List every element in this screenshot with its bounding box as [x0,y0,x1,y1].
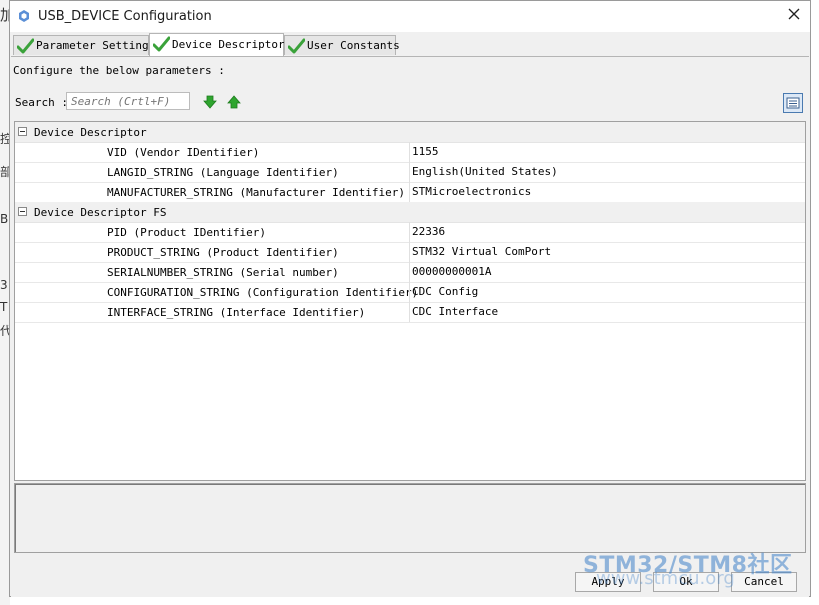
table-row: PRODUCT_STRING (Product Identifier) STM3… [15,242,805,263]
search-label: Search : [15,96,68,109]
param-value[interactable]: 1155 [409,142,803,162]
param-value[interactable]: CDC Config [409,282,803,302]
watermark-url: www.stmcu.org [596,568,735,589]
table-row: CONFIGURATION_STRING (Configuration Iden… [15,282,805,303]
check-icon [153,36,170,52]
check-icon [288,38,305,54]
param-value[interactable]: STMicroelectronics [409,182,803,202]
param-name: VID (Vendor IDentifier) [107,146,260,159]
description-box [14,483,806,553]
background-glyph: B [0,212,9,226]
background-glyph: T [0,300,8,314]
tab-label: Parameter Settings [36,39,156,52]
group-title: Device Descriptor FS [34,206,167,219]
table-row: VID (Vendor IDentifier) 1155 [15,142,805,163]
param-value[interactable]: CDC Interface [409,302,803,322]
title-bar[interactable]: USB_DEVICE Configuration [10,1,810,32]
tab-device-descriptor[interactable]: Device Descriptor [149,33,285,57]
background-glyph: 3 [0,278,8,292]
param-name: CONFIGURATION_STRING (Configuration Iden… [107,286,419,299]
param-name: PRODUCT_STRING (Product Identifier) [107,246,339,259]
tab-parameter-settings[interactable]: Parameter Settings [13,35,155,55]
param-name: MANUFACTURER_STRING (Manufacturer Identi… [107,186,406,199]
collapse-icon[interactable] [18,207,27,216]
param-value[interactable]: 22336 [409,222,803,242]
config-dialog: USB_DEVICE Configuration Parameter Setti… [9,0,811,597]
param-name: SERIALNUMBER_STRING (Serial number) [107,266,339,279]
param-value[interactable]: 00000000001A [409,262,803,282]
tab-user-constants[interactable]: User Constants [284,35,400,55]
close-icon [788,8,800,20]
param-value[interactable]: STM32 Virtual ComPort [409,242,803,262]
check-icon [17,38,34,54]
group-row-device-descriptor-fs[interactable]: Device Descriptor FS [15,202,805,223]
table-row: PID (Product IDentifier) 22336 [15,222,805,243]
param-value[interactable]: English(United States) [409,162,803,182]
collapse-icon[interactable] [18,127,27,136]
arrow-down-icon[interactable] [203,95,217,109]
group-row-device-descriptor[interactable]: Device Descriptor [15,122,805,143]
table-row: SERIALNUMBER_STRING (Serial number) 0000… [15,262,805,283]
tab-label: User Constants [307,39,400,52]
arrow-up-icon[interactable] [227,95,241,109]
list-view-icon [786,97,800,109]
tab-label: Device Descriptor [172,38,285,51]
param-name: LANGID_STRING (Language Identifier) [107,166,339,179]
param-name: PID (Product IDentifier) [107,226,266,239]
table-row: MANUFACTURER_STRING (Manufacturer Identi… [15,182,805,203]
table-row: INTERFACE_STRING (Interface Identifier) … [15,302,805,323]
app-icon [19,10,29,22]
search-input[interactable] [66,92,190,110]
group-title: Device Descriptor [34,126,147,139]
view-toggle-button[interactable] [783,93,803,113]
window-title: USB_DEVICE Configuration [38,9,212,24]
instructions-text: Configure the below parameters : [13,64,225,77]
close-button[interactable] [786,7,802,23]
tab-panel: Configure the below parameters : Search … [11,56,809,597]
parameter-table: Device Descriptor VID (Vendor IDentifier… [14,121,806,481]
table-row: LANGID_STRING (Language Identifier) Engl… [15,162,805,183]
param-name: INTERFACE_STRING (Interface Identifier) [107,306,366,319]
